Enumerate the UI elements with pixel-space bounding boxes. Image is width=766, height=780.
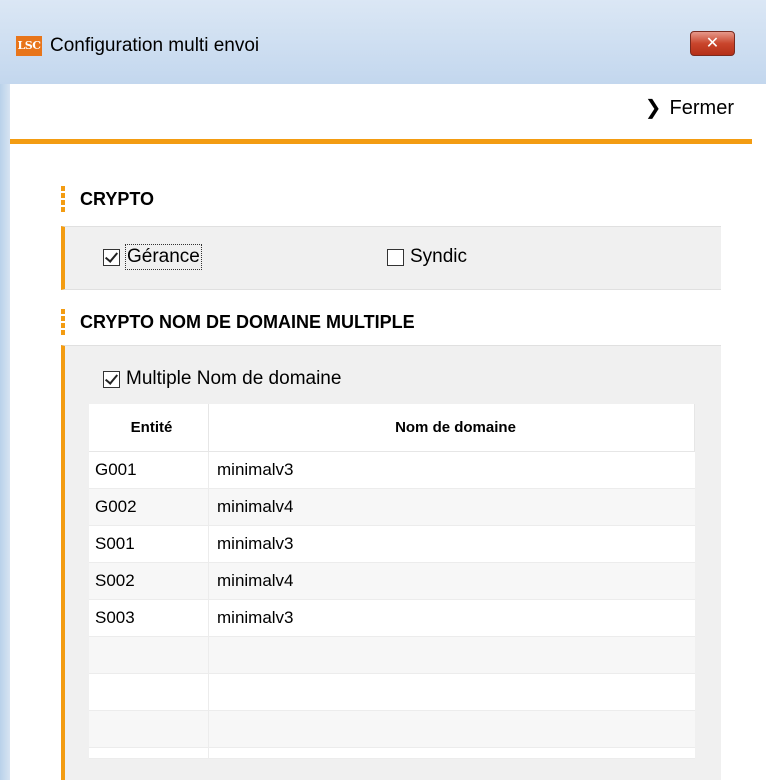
table-row[interactable] bbox=[89, 637, 695, 674]
table-row[interactable]: G001 minimalv3 bbox=[89, 452, 695, 489]
cell-entite: G001 bbox=[89, 452, 209, 488]
crypto-panel: Gérance Syndic bbox=[61, 226, 721, 290]
checkbox-checked-icon bbox=[103, 370, 120, 388]
cell-entite: S002 bbox=[89, 563, 209, 599]
multiple-domain-label: Multiple Nom de domaine bbox=[126, 368, 342, 389]
cell-nom-de-domaine: minimalv4 bbox=[217, 497, 294, 516]
window-title: Configuration multi envoi bbox=[50, 35, 260, 56]
cell-nom-de-domaine: minimalv3 bbox=[217, 608, 294, 627]
table-row[interactable]: S001 minimalv3 bbox=[89, 526, 695, 563]
column-header-nom-de-domaine[interactable]: Nom de domaine bbox=[209, 404, 695, 451]
section-title-crypto: CRYPTO bbox=[80, 189, 155, 209]
table-row[interactable]: S002 minimalv4 bbox=[89, 563, 695, 600]
domain-table: Entité Nom de domaine G001 minimalv3 G00… bbox=[89, 404, 695, 759]
cell-entite: S001 bbox=[89, 526, 209, 562]
multiple-domain-checkbox[interactable]: Multiple Nom de domaine bbox=[103, 367, 341, 391]
cell-entite: S003 bbox=[89, 600, 209, 636]
table-row[interactable] bbox=[89, 711, 695, 748]
cell-nom-de-domaine bbox=[209, 674, 695, 710]
toolbar: ❯ Fermer bbox=[10, 84, 752, 144]
table-row[interactable]: S003 minimalv3 bbox=[89, 600, 695, 637]
cell-entite bbox=[89, 637, 209, 673]
cell-entite bbox=[89, 748, 209, 758]
gerance-label: Gérance bbox=[125, 244, 202, 270]
section-marker bbox=[61, 186, 65, 212]
cell-entite bbox=[89, 674, 209, 710]
cell-nom-de-domaine: minimalv3 bbox=[217, 460, 294, 479]
app-logo-icon: LSC bbox=[16, 36, 42, 56]
syndic-label: Syndic bbox=[410, 246, 468, 267]
gerance-checkbox[interactable]: Gérance bbox=[103, 244, 202, 270]
fermer-label: Fermer bbox=[669, 97, 734, 119]
fermer-button[interactable]: ❯ Fermer bbox=[645, 90, 734, 126]
cell-entite bbox=[89, 711, 209, 747]
syndic-checkbox[interactable]: Syndic bbox=[387, 245, 467, 269]
table-row[interactable] bbox=[89, 674, 695, 711]
close-icon: ✕ bbox=[705, 33, 720, 52]
section-title-domain: CRYPTO NOM DE DOMAINE MULTIPLE bbox=[80, 312, 415, 332]
table-row[interactable]: G002 minimalv4 bbox=[89, 489, 695, 526]
window-close-button[interactable]: ✕ bbox=[690, 31, 735, 56]
checkbox-unchecked-icon bbox=[387, 248, 404, 266]
chevron-right-icon: ❯ bbox=[644, 97, 662, 119]
dialog-window: LSC Configuration multi envoi ✕ ❯ Fermer… bbox=[0, 0, 766, 780]
cell-nom-de-domaine bbox=[209, 637, 695, 673]
section-marker bbox=[61, 309, 65, 335]
column-header-entite[interactable]: Entité bbox=[89, 404, 209, 451]
cell-nom-de-domaine: minimalv3 bbox=[217, 534, 294, 553]
cell-nom-de-domaine: minimalv4 bbox=[217, 571, 294, 590]
cell-nom-de-domaine bbox=[209, 711, 695, 747]
checkbox-checked-icon bbox=[103, 248, 120, 266]
cell-entite: G002 bbox=[89, 489, 209, 525]
table-row[interactable] bbox=[89, 748, 695, 759]
title-bar: LSC Configuration multi envoi ✕ bbox=[0, 0, 766, 84]
cell-nom-de-domaine bbox=[209, 748, 695, 758]
table-header: Entité Nom de domaine bbox=[89, 404, 695, 452]
